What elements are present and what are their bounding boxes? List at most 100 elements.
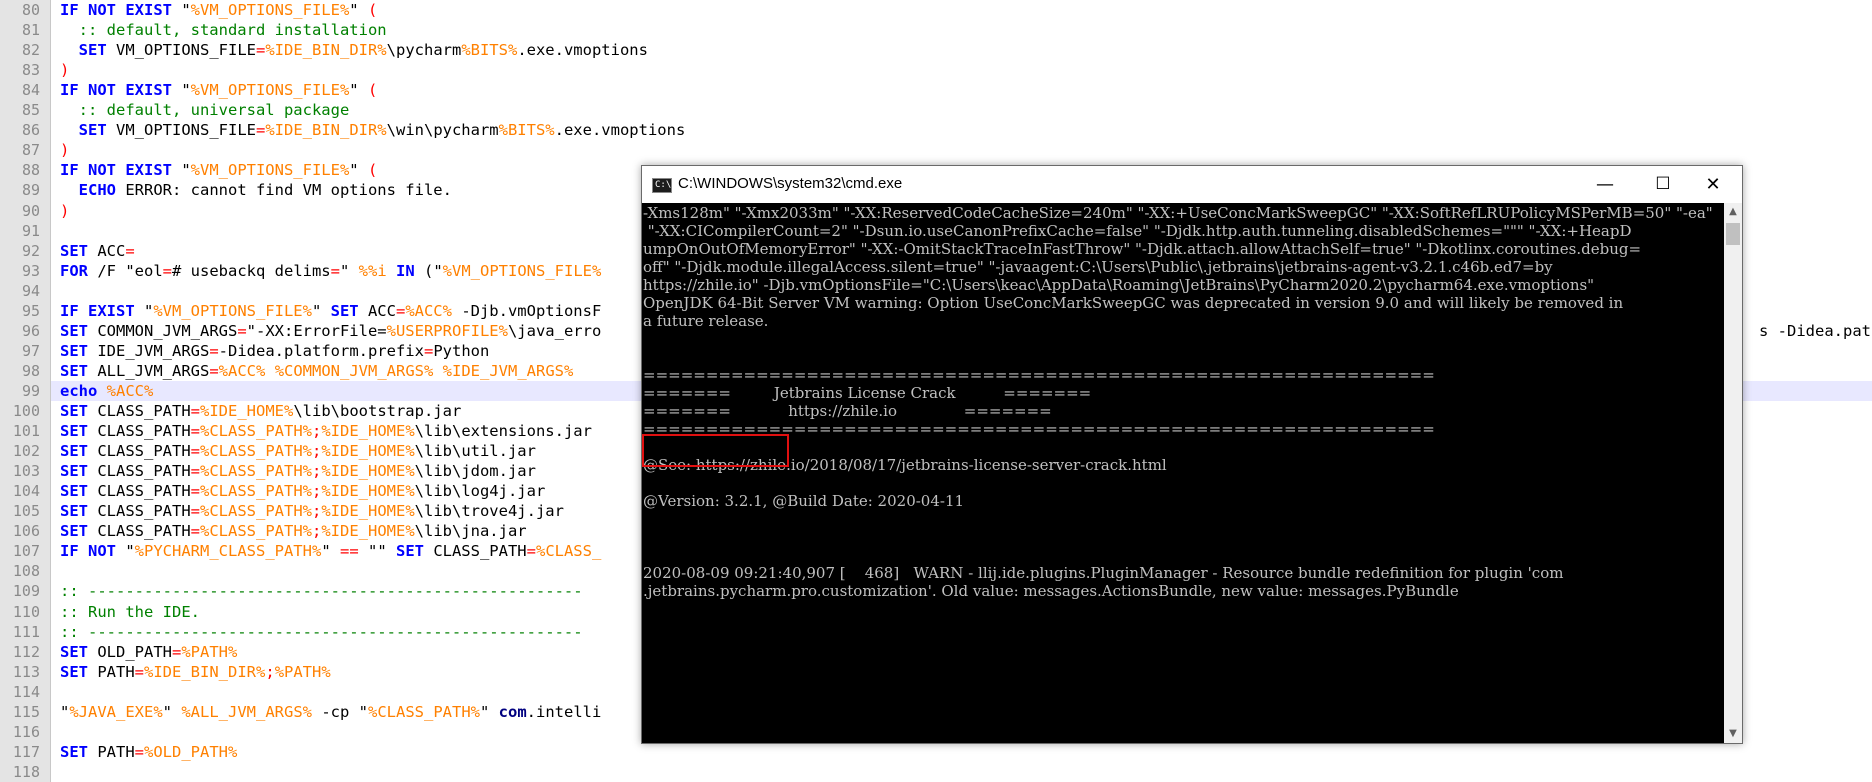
code-token: Python: [433, 341, 490, 360]
code-token: %%i: [358, 261, 387, 280]
code-token: ": [349, 161, 368, 180]
code-token: %CLASS_PATH%: [200, 482, 312, 501]
code-token: (: [367, 81, 378, 100]
code-token: SET: [78, 121, 107, 140]
code-token: =: [190, 442, 200, 461]
code-token: SET: [60, 422, 88, 441]
line-number: 101: [12, 422, 40, 441]
code-token: =: [134, 662, 145, 681]
code-token: %IDE_HOME%: [321, 522, 415, 541]
code-token: com: [498, 702, 527, 721]
line-number: 89: [21, 181, 40, 200]
line-number: 98: [21, 361, 40, 380]
code-token: =: [209, 341, 219, 360]
line-number: 82: [21, 41, 40, 60]
cmd-titlebar[interactable]: C:\ C:\WINDOWS\system32\cmd.exe — ☐ ✕: [642, 166, 1742, 203]
code-token: IDE_JVM_ARGS: [88, 341, 210, 360]
line-number: 96: [21, 321, 40, 340]
code-token: VM_OPTIONS_FILE: [106, 121, 256, 140]
code-token: CLASS_PATH: [423, 542, 527, 561]
code-token: "": [358, 542, 396, 561]
code-token: PATH: [88, 742, 135, 761]
code-line: IF NOT EXIST "%VM_OPTIONS_FILE%" (: [60, 0, 377, 20]
code-token: \lib\log4j.jar: [414, 482, 546, 501]
line-number: 109: [12, 582, 40, 601]
code-token: ;: [311, 442, 322, 461]
code-token: OLD_PATH: [88, 642, 172, 661]
code-token: %ACC%: [218, 361, 266, 380]
line-number: 86: [21, 121, 40, 140]
scroll-up-arrow-icon[interactable]: ▲: [1724, 203, 1742, 221]
code-token: %CLASS_PATH%: [200, 522, 312, 541]
code-line: IF NOT "%PYCHARM_CLASS_PATH%" == "" SET …: [60, 541, 601, 561]
code-line: ): [60, 60, 69, 80]
code-token: IN: [396, 261, 415, 280]
vertical-scrollbar[interactable]: ▲ ▼: [1724, 203, 1742, 743]
code-token: SET: [60, 241, 88, 260]
code-token: SET: [395, 542, 424, 561]
line-number-gutter: 80 81 82 83 84 85 86 87 88 89 90 91 92 93 94 95 96 97 98 99…: [0, 0, 51, 782]
code-line: ): [60, 201, 69, 221]
code-token: %CLASS_PATH%: [200, 502, 312, 521]
code-token: %ACC%: [405, 301, 452, 320]
code-token: CLASS_PATH: [88, 402, 191, 420]
code-token: =: [190, 462, 200, 481]
console-output[interactable]: -Xms128m" "-Xmx2033m" "-XX:ReservedCodeC…: [642, 203, 1724, 743]
code-token: ": [339, 261, 359, 280]
code-token: %USERPROFILE%: [386, 321, 508, 340]
code-line: :: -------------------------------------…: [60, 581, 583, 601]
code-token: %CLASS_PATH%: [368, 702, 480, 721]
console-line: ======= https://zhile.io =======: [643, 402, 1052, 420]
code-token: =: [162, 261, 172, 280]
code-token: \lib\extensions.jar: [414, 422, 592, 441]
code-token: FOR: [60, 261, 88, 280]
code-token: %IDE_HOME%: [321, 502, 415, 521]
line-number: 112: [12, 642, 40, 661]
line-number: 85: [21, 101, 40, 120]
line-number: 115: [12, 702, 40, 721]
code-token: %VM_OPTIONS_FILE%: [190, 161, 350, 180]
line-number: 80: [21, 1, 40, 19]
line-number: 93: [21, 261, 40, 280]
console-line: 2020-08-09 09:21:40,907 [ 468] WARN - ll…: [643, 564, 1564, 582]
code-line: SET CLASS_PATH=%CLASS_PATH%;%IDE_HOME%\l…: [60, 481, 545, 501]
code-line: ): [60, 140, 69, 160]
line-number: 113: [12, 662, 40, 681]
console-line: -Xms128m" "-Xmx2033m" "-XX:ReservedCodeC…: [643, 204, 1713, 222]
scrollbar-thumb[interactable]: [1726, 223, 1740, 245]
line-number: 97: [21, 341, 40, 360]
cmd-window[interactable]: C:\ C:\WINDOWS\system32\cmd.exe — ☐ ✕ -X…: [641, 165, 1743, 744]
line-number: 92: [21, 241, 40, 260]
code-line: SET IDE_JVM_ARGS=-Didea.platform.prefix=…: [60, 341, 489, 361]
code-token: ;: [311, 502, 322, 521]
code-token: ERROR: cannot find VM options file.: [116, 181, 452, 200]
code-line: ECHO ERROR: cannot find VM options file.: [60, 180, 452, 200]
code-token: %CLASS_PATH%: [200, 442, 312, 461]
code-line: :: default, universal package: [60, 100, 350, 120]
code-token: \lib\trove4j.jar: [414, 502, 564, 521]
line-number: 106: [12, 522, 40, 541]
code-line: SET PATH=%OLD_PATH%: [60, 742, 237, 762]
code-line: "%JAVA_EXE%" %ALL_JVM_ARGS% -cp "%CLASS_…: [60, 702, 601, 722]
code-line: :: default, standard installation: [60, 20, 387, 40]
scroll-down-arrow-icon[interactable]: ▼: [1724, 725, 1742, 743]
code-token: ": [349, 1, 368, 19]
code-token: SET: [60, 462, 88, 481]
code-token: SET: [60, 442, 88, 461]
code-token: :: Run the IDE.: [60, 602, 200, 621]
line-number: 105: [12, 502, 40, 521]
close-button[interactable]: ✕: [1684, 166, 1742, 203]
code-token: \java_erro: [507, 321, 602, 340]
code-token: ECHO: [78, 181, 116, 200]
code-token: :: -------------------------------------…: [60, 622, 583, 641]
code-token: ": [479, 702, 499, 721]
minimize-button[interactable]: —: [1576, 166, 1634, 203]
code-token: ): [60, 141, 70, 160]
cmd-prompt-icon: C:\: [652, 178, 672, 193]
code-token: IF NOT EXIST: [60, 161, 172, 180]
code-token: /F "eol: [88, 261, 163, 280]
code-token: ": [311, 301, 331, 320]
code-token: =: [526, 542, 536, 561]
